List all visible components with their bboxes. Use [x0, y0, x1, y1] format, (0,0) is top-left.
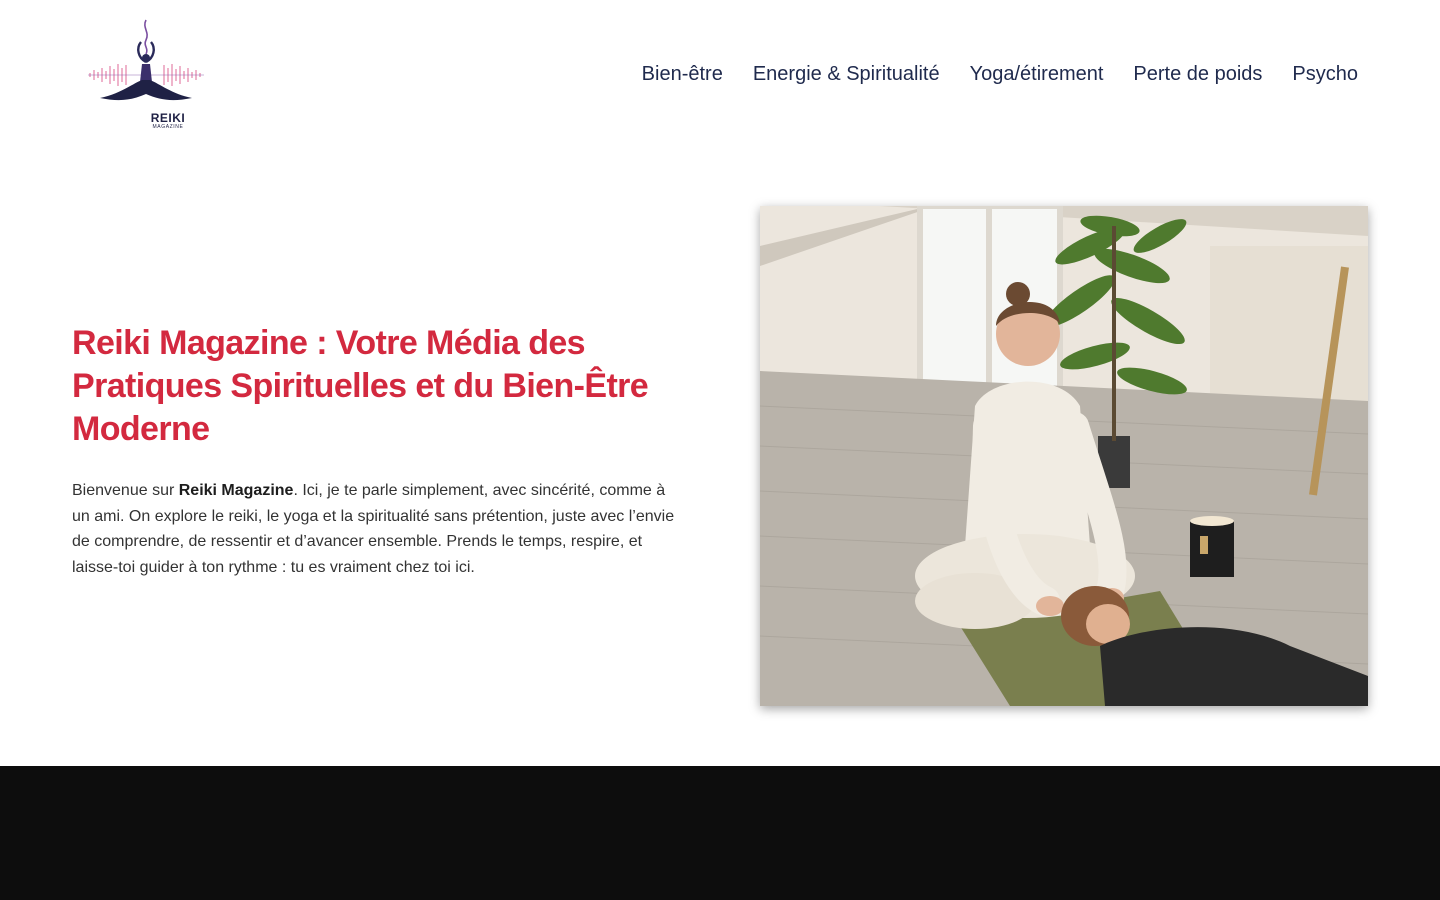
- dark-footer-band: [0, 766, 1440, 900]
- hero-text-block: Reiki Magazine : Votre Média des Pratiqu…: [72, 322, 692, 580]
- hero-intro: Bienvenue sur Reiki Magazine. Ici, je te…: [72, 478, 684, 580]
- hero-image-reiki-session: [760, 206, 1368, 706]
- logo-wordmark: REIKI: [150, 111, 186, 125]
- site-header: REIKI MAGAZINE Bien-être Energie & Spiri…: [0, 0, 1440, 150]
- meditating-figure-logo-icon: [88, 19, 204, 101]
- intro-prefix: Bienvenue sur: [72, 482, 179, 499]
- nav-item-bien-etre[interactable]: Bien-être: [642, 61, 723, 87]
- main-nav: Bien-être Energie & Spiritualité Yoga/ét…: [642, 61, 1358, 87]
- nav-item-psycho[interactable]: Psycho: [1292, 61, 1358, 87]
- site-logo[interactable]: REIKI MAGAZINE: [86, 18, 206, 133]
- nav-item-energie-spiritualite[interactable]: Energie & Spiritualité: [753, 61, 940, 87]
- hero-title: Reiki Magazine : Votre Média des Pratiqu…: [72, 324, 649, 448]
- nav-item-yoga-etirement[interactable]: Yoga/étirement: [970, 61, 1104, 87]
- intro-bold-brand: Reiki Magazine: [178, 482, 294, 499]
- logo-subtitle: MAGAZINE: [152, 124, 184, 130]
- nav-item-perte-de-poids[interactable]: Perte de poids: [1133, 61, 1262, 87]
